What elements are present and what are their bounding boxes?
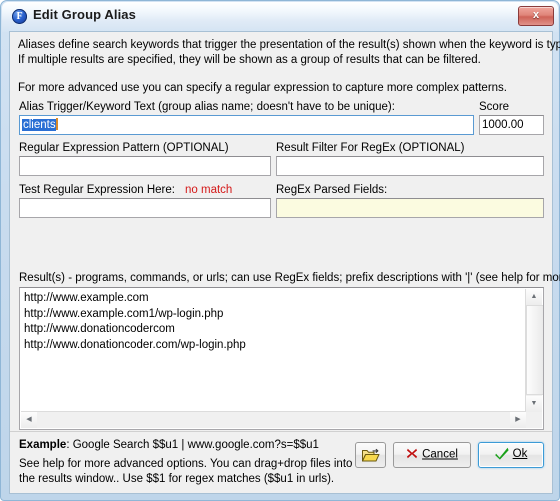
ok-button[interactable]: Ok <box>478 442 544 468</box>
cancel-button[interactable]: Cancel <box>393 442 471 468</box>
cancel-button-content: Cancel <box>394 448 470 463</box>
parsed-fields-label: RegEx Parsed Fields: <box>276 184 388 196</box>
description-line-1: Aliases define search keywords that trig… <box>18 39 560 51</box>
browse-folder-button[interactable] <box>355 442 386 468</box>
description-panel: Aliases define search keywords that trig… <box>10 32 560 96</box>
test-regex-input[interactable] <box>19 198 271 218</box>
example-text: : Google Search $$u1 | www.google.com?s=… <box>66 439 319 451</box>
alias-trigger-label: Alias Trigger/Keyword Text (group alias … <box>19 101 395 113</box>
alias-trigger-value: clients <box>22 116 58 135</box>
alias-trigger-input[interactable] <box>19 115 474 135</box>
regex-pattern-label: Regular Expression Pattern (OPTIONAL) <box>19 142 229 154</box>
description-line-2: If multiple results are specified, they … <box>18 54 481 66</box>
results-memo-line: http://www.donationcodercom <box>24 323 175 335</box>
x-mark-icon <box>406 448 418 463</box>
test-regex-label: Test Regular Expression Here: <box>19 184 175 196</box>
text-caret <box>55 118 58 130</box>
scroll-up-icon[interactable]: ▲ <box>526 289 542 305</box>
farr-f-icon: F <box>12 9 27 24</box>
results-memo-text: http://www.example.com http://www.example… <box>24 291 246 353</box>
score-label: Score <box>479 101 510 113</box>
results-memo-line: http://www.example.com1/wp-login.php <box>24 307 224 320</box>
cancel-button-label: Cancel <box>422 448 458 461</box>
ok-button-content: Ok <box>479 447 543 463</box>
edit-group-alias-window: F Edit Group Alias x Aliases define sear… <box>0 0 560 501</box>
checkmark-icon-svg <box>494 447 509 460</box>
results-memo-line: http://www.donationcoder.com/wp-login.ph… <box>24 338 246 351</box>
results-vertical-scrollbar[interactable]: ▲ ▼ <box>525 289 543 412</box>
results-memo-line: http://www.example.com <box>24 292 149 304</box>
example-hint: Example: Google Search $$u1 | www.google… <box>19 439 319 451</box>
help-hint-line-2: the results window.. Use $$1 for regex m… <box>19 473 335 485</box>
dialog-client-area: Aliases define search keywords that trig… <box>9 31 560 494</box>
scroll-left-icon[interactable]: ◀ <box>21 412 37 428</box>
footer-bar: Example: Google Search $$u1 | www.google… <box>10 431 552 493</box>
score-value: 1000.00 <box>482 119 524 131</box>
alias-trigger-selected-text: clients <box>22 119 56 131</box>
close-icon[interactable]: x <box>518 6 554 26</box>
vertical-scroll-thumb[interactable] <box>526 305 543 395</box>
example-label: Example <box>19 439 67 451</box>
checkmark-icon <box>494 447 509 463</box>
results-memo[interactable]: http://www.example.com http://www.example… <box>19 287 544 430</box>
parsed-fields-input[interactable] <box>276 198 544 218</box>
results-label: Result(s) - programs, commands, or urls;… <box>19 272 560 284</box>
regex-match-status: no match <box>185 184 233 196</box>
ok-button-label: Ok <box>512 448 528 460</box>
scroll-down-icon[interactable]: ▼ <box>526 396 542 412</box>
folder-open-icon <box>356 447 385 464</box>
result-filter-label: Result Filter For RegEx (OPTIONAL) <box>276 142 465 154</box>
regex-pattern-input[interactable] <box>19 156 271 176</box>
window-title: Edit Group Alias <box>33 7 136 22</box>
description-line-3: For more advanced use you can specify a … <box>18 82 507 94</box>
folder-open-icon-svg <box>361 448 379 462</box>
result-filter-input[interactable] <box>276 156 544 176</box>
scroll-right-icon[interactable]: ▶ <box>510 412 526 428</box>
help-hint-line-1: See help for more advanced options. You … <box>19 458 353 470</box>
scrollbar-corner <box>526 412 542 428</box>
results-horizontal-scrollbar[interactable]: ◀ ▶ <box>21 411 526 428</box>
titlebar[interactable]: F Edit Group Alias x <box>1 1 560 31</box>
x-mark-icon-svg <box>407 448 418 459</box>
